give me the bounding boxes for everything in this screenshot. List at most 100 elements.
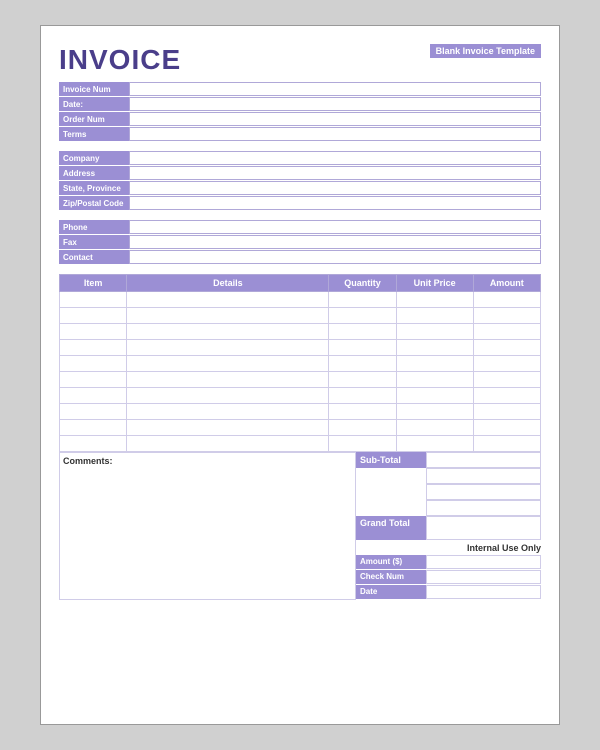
cell-amount[interactable] — [473, 372, 540, 388]
cell-item[interactable] — [60, 372, 127, 388]
invoice-info-section: Invoice Num Date: Order Num Terms — [59, 82, 541, 141]
cell-details[interactable] — [127, 324, 329, 340]
cell-details[interactable] — [127, 436, 329, 452]
invoice-table: Item Details Quantity Unit Price Amount — [59, 274, 541, 452]
info-row: Company — [59, 151, 541, 165]
comments-label: Comments: — [63, 456, 113, 466]
info-value-input[interactable] — [129, 196, 541, 210]
cell-qty[interactable] — [329, 436, 396, 452]
cell-price[interactable] — [396, 388, 473, 404]
cell-item[interactable] — [60, 324, 127, 340]
cell-qty[interactable] — [329, 356, 396, 372]
info-value-input[interactable] — [129, 82, 541, 96]
cell-item[interactable] — [60, 388, 127, 404]
payment-value-input[interactable] — [426, 585, 541, 599]
cell-item[interactable] — [60, 404, 127, 420]
cell-price[interactable] — [396, 372, 473, 388]
cell-details[interactable] — [127, 372, 329, 388]
cell-item[interactable] — [60, 292, 127, 308]
cell-item[interactable] — [60, 356, 127, 372]
cell-item[interactable] — [60, 308, 127, 324]
info-row: Invoice Num — [59, 82, 541, 96]
cell-qty[interactable] — [329, 340, 396, 356]
info-value-input[interactable] — [129, 127, 541, 141]
info-row: Order Num — [59, 112, 541, 126]
cell-price[interactable] — [396, 356, 473, 372]
comments-section[interactable]: Comments: — [59, 452, 356, 600]
info-value-input[interactable] — [129, 250, 541, 264]
grand-total-value[interactable] — [426, 516, 541, 540]
cell-amount[interactable] — [473, 324, 540, 340]
cell-price[interactable] — [396, 324, 473, 340]
cell-amount[interactable] — [473, 308, 540, 324]
contact-info-section: Phone Fax Contact — [59, 220, 541, 264]
cell-qty[interactable] — [329, 372, 396, 388]
info-row: State, Province — [59, 181, 541, 195]
payment-value-input[interactable] — [426, 570, 541, 584]
cell-details[interactable] — [127, 388, 329, 404]
cell-price[interactable] — [396, 308, 473, 324]
blank-total-value-3[interactable] — [426, 500, 541, 516]
cell-qty[interactable] — [329, 420, 396, 436]
info-value-input[interactable] — [129, 97, 541, 111]
info-value-input[interactable] — [129, 151, 541, 165]
cell-amount[interactable] — [473, 356, 540, 372]
payment-label: Amount ($) — [356, 555, 426, 569]
cell-details[interactable] — [127, 308, 329, 324]
info-value-input[interactable] — [129, 166, 541, 180]
cell-item[interactable] — [60, 420, 127, 436]
cell-qty[interactable] — [329, 324, 396, 340]
cell-qty[interactable] — [329, 292, 396, 308]
cell-price[interactable] — [396, 436, 473, 452]
table-row — [60, 404, 541, 420]
cell-qty[interactable] — [329, 388, 396, 404]
info-label: Order Num — [59, 112, 129, 126]
payment-value-input[interactable] — [426, 555, 541, 569]
cell-qty[interactable] — [329, 308, 396, 324]
cell-price[interactable] — [396, 404, 473, 420]
grand-total-label: Grand Total — [356, 516, 426, 540]
cell-amount[interactable] — [473, 420, 540, 436]
col-amount-header: Amount — [473, 275, 540, 292]
blank-total-row-1 — [356, 468, 541, 484]
table-header-row: Item Details Quantity Unit Price Amount — [60, 275, 541, 292]
cell-price[interactable] — [396, 292, 473, 308]
table-row — [60, 372, 541, 388]
cell-price[interactable] — [396, 420, 473, 436]
cell-details[interactable] — [127, 404, 329, 420]
blank-total-value-2[interactable] — [426, 484, 541, 500]
cell-amount[interactable] — [473, 436, 540, 452]
info-value-input[interactable] — [129, 181, 541, 195]
cell-amount[interactable] — [473, 388, 540, 404]
cell-amount[interactable] — [473, 404, 540, 420]
info-label: Address — [59, 166, 129, 180]
invoice-page: INVOICE Blank Invoice Template Invoice N… — [40, 25, 560, 725]
table-row — [60, 308, 541, 324]
sub-total-value[interactable] — [426, 452, 541, 468]
cell-price[interactable] — [396, 340, 473, 356]
blank-total-value-1[interactable] — [426, 468, 541, 484]
cell-details[interactable] — [127, 340, 329, 356]
col-price-header: Unit Price — [396, 275, 473, 292]
header-row: INVOICE Blank Invoice Template — [59, 44, 541, 76]
info-row: Terms — [59, 127, 541, 141]
cell-qty[interactable] — [329, 404, 396, 420]
cell-details[interactable] — [127, 420, 329, 436]
blank-total-row-2 — [356, 484, 541, 500]
cell-item[interactable] — [60, 436, 127, 452]
info-value-input[interactable] — [129, 220, 541, 234]
internal-use-text: Internal Use Only — [467, 543, 541, 553]
payment-row: Date — [356, 585, 541, 599]
info-value-input[interactable] — [129, 112, 541, 126]
info-value-input[interactable] — [129, 235, 541, 249]
cell-item[interactable] — [60, 340, 127, 356]
table-row — [60, 436, 541, 452]
col-item-header: Item — [60, 275, 127, 292]
cell-details[interactable] — [127, 292, 329, 308]
invoice-title: INVOICE — [59, 44, 181, 76]
cell-details[interactable] — [127, 356, 329, 372]
cell-amount[interactable] — [473, 340, 540, 356]
template-label: Blank Invoice Template — [430, 44, 541, 58]
cell-amount[interactable] — [473, 292, 540, 308]
bottom-area: Comments: Sub-Total G — [59, 452, 541, 600]
